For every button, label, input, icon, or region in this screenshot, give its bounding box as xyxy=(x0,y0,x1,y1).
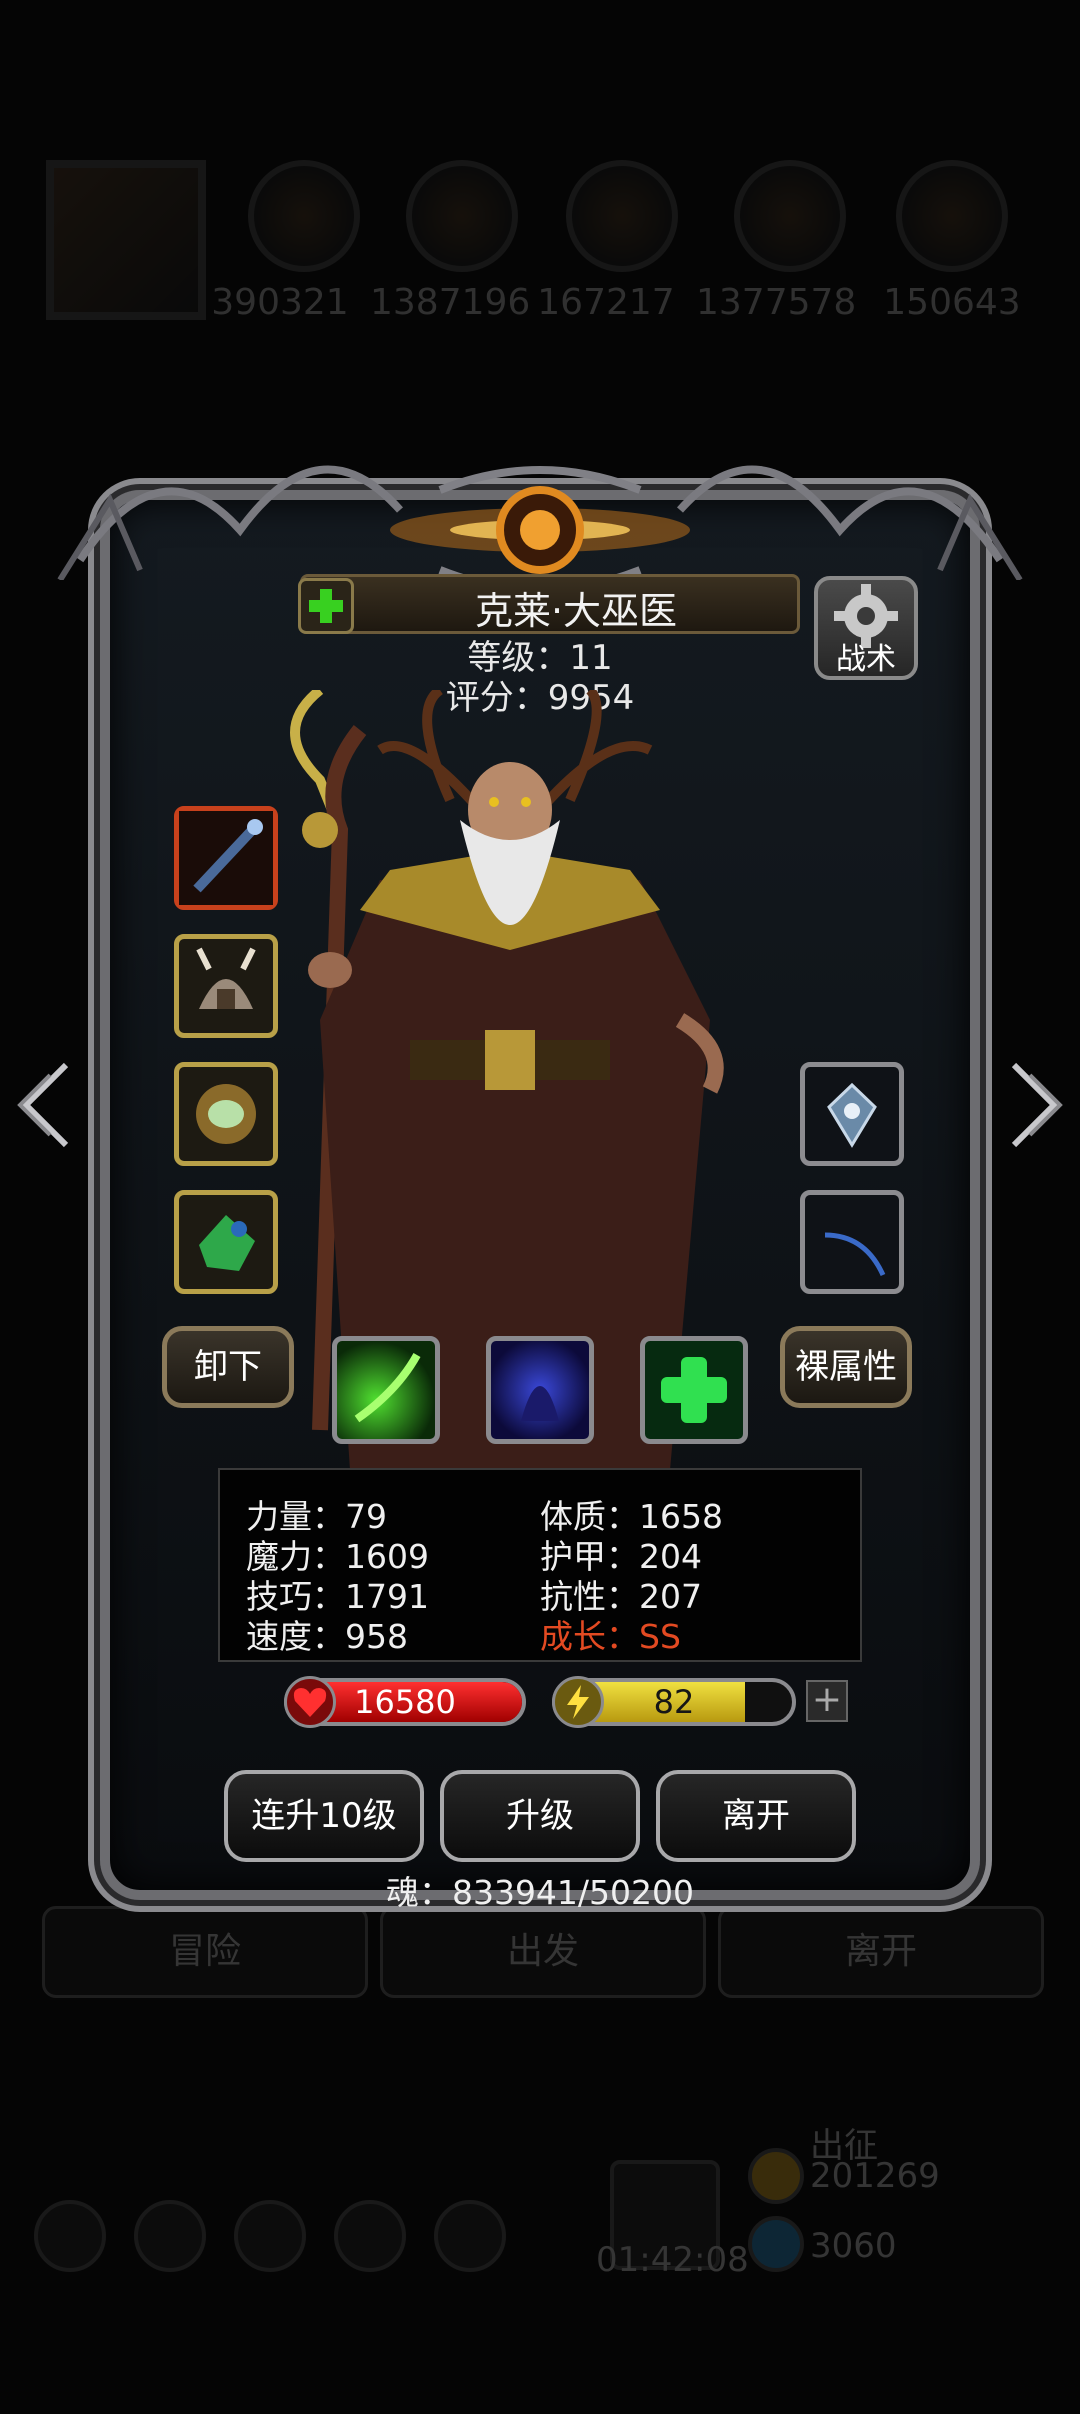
resource-slot xyxy=(248,160,360,272)
resource-value: 1377578 xyxy=(696,282,857,323)
depart-button: 出发 xyxy=(380,1906,706,1998)
shadow-spirit-icon xyxy=(521,1386,559,1421)
green-comet-icon xyxy=(354,1353,421,1423)
skill-slot-3[interactable] xyxy=(640,1336,748,1444)
tactics-button[interactable]: 战术 xyxy=(814,576,918,680)
resource-value: 390321 xyxy=(211,282,349,323)
currency-value: 201269 xyxy=(810,2156,940,2196)
bg-leave-button: 离开 xyxy=(718,1906,1044,1998)
heal-cross-icon xyxy=(661,1357,727,1423)
resource-slot xyxy=(406,160,518,272)
level-up-10-button[interactable]: 连升10级 xyxy=(224,1770,424,1862)
leave-button[interactable]: 离开 xyxy=(656,1770,856,1862)
gem-slot[interactable] xyxy=(174,1190,278,1294)
level-up-button[interactable]: 升级 xyxy=(440,1770,640,1862)
resource-value: 167217 xyxy=(537,282,675,323)
emblem-slot[interactable] xyxy=(800,1062,904,1166)
previous-hero-arrow-icon[interactable] xyxy=(16,1060,76,1150)
heart-icon xyxy=(284,1676,336,1728)
timer: 01:42:08 xyxy=(596,2240,749,2280)
menu-round-icon xyxy=(234,2200,306,2272)
gold-coin-icon xyxy=(748,2148,804,2204)
menu-round-icon xyxy=(134,2200,206,2272)
base-attributes-button[interactable]: 裸属性 xyxy=(780,1326,912,1408)
resource-value: 150643 xyxy=(883,282,1021,323)
helmet-slot[interactable] xyxy=(174,934,278,1038)
add-icon[interactable] xyxy=(298,578,354,634)
resource-value: 1387196 xyxy=(370,282,531,323)
green-gem-icon xyxy=(199,1215,255,1271)
soul-counter: 魂：833941/50200 xyxy=(385,1873,695,1912)
add-energy-button[interactable]: + xyxy=(806,1680,848,1722)
stat-growth: 成长：SS xyxy=(540,1617,681,1656)
scepter-icon xyxy=(179,811,273,905)
weapon-slot[interactable] xyxy=(174,806,278,910)
gem-icon xyxy=(748,2216,804,2272)
blue-feather-icon xyxy=(824,1232,886,1277)
resource-slot xyxy=(896,160,1008,272)
helmet-icon xyxy=(196,947,256,1009)
lightning-icon xyxy=(552,1676,604,1728)
skill-slot-2[interactable] xyxy=(486,1336,594,1444)
emblem-icon xyxy=(827,1082,877,1148)
stat-speed: 速度：958 xyxy=(246,1617,408,1656)
next-hero-arrow-icon[interactable] xyxy=(1004,1060,1064,1150)
adventure-button: 冒险 xyxy=(42,1906,368,1998)
feather-slot[interactable] xyxy=(800,1190,904,1294)
skill-slot-1[interactable] xyxy=(332,1336,440,1444)
resource-slot xyxy=(734,160,846,272)
amulet-icon xyxy=(196,1084,256,1144)
resource-slot xyxy=(566,160,678,272)
amulet-slot[interactable] xyxy=(174,1062,278,1166)
portrait-frame xyxy=(46,160,206,320)
menu-round-icon xyxy=(34,2200,106,2272)
menu-round-icon xyxy=(434,2200,506,2272)
gem-value: 3060 xyxy=(810,2226,897,2266)
unequip-button[interactable]: 卸下 xyxy=(162,1326,294,1408)
tactics-label: 战术 xyxy=(836,642,896,677)
menu-round-icon xyxy=(334,2200,406,2272)
hero-name: 克莱·大巫医 xyxy=(474,589,678,633)
